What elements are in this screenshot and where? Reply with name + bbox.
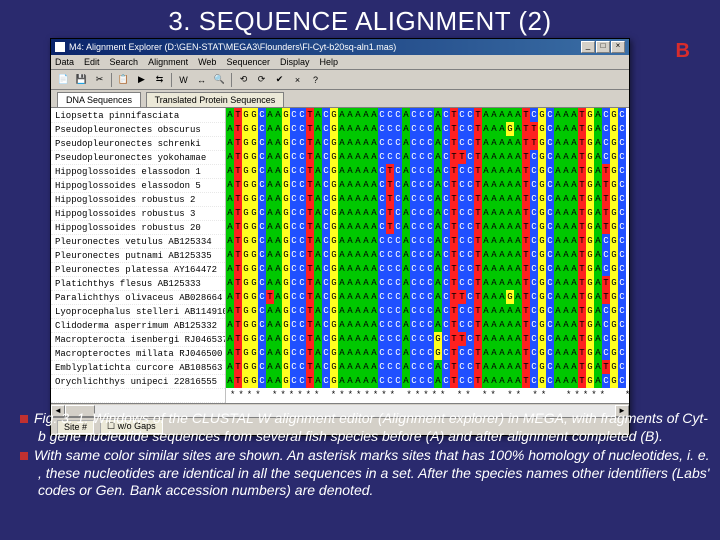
species-row[interactable]: Emblyplatichta curcore AB108563 xyxy=(51,361,225,375)
species-row[interactable]: Pseudopleuronectes yokohamae xyxy=(51,151,225,165)
consensus-row: **** ****** ******** ***** ** ** ** ** *… xyxy=(226,388,629,402)
species-row[interactable]: Pseudopleuronectes obscurus xyxy=(51,123,225,137)
app-icon xyxy=(55,42,65,52)
species-row[interactable]: Pseudopleuronectes schrenki xyxy=(51,137,225,151)
caption-line-1: Fig. 3. 1. Windows of the CLUSTAL W alig… xyxy=(34,410,708,444)
menu-sequencer[interactable]: Sequencer xyxy=(226,57,270,67)
toolbar-button-10[interactable]: ⟳ xyxy=(253,72,270,88)
species-row[interactable]: Clidoderma asperrimum AB125332 xyxy=(51,319,225,333)
toolbar-button-0[interactable]: 📄 xyxy=(55,72,72,88)
species-row[interactable]: Pleuronectes vetulus AB125334 xyxy=(51,235,225,249)
bullet-icon xyxy=(20,452,28,460)
species-list[interactable]: Liopsetta pinnifasciataPseudopleuronecte… xyxy=(51,108,226,403)
toolbar-button-8[interactable]: 🔍 xyxy=(211,72,228,88)
species-row[interactable]: Hippoglossoides robustus 3 xyxy=(51,207,225,221)
sequence-row[interactable]: ATGGCAAGCCTACGAAAAACTCACCCACTCCTAAAAATCG… xyxy=(226,206,629,220)
maximize-button[interactable]: □ xyxy=(596,41,610,53)
close-button[interactable]: × xyxy=(611,41,625,53)
caption-line-2: With same color similar sites are shown.… xyxy=(34,447,710,498)
sequence-row[interactable]: ATGGCAAGCCTACGAAAAACTCACCCACTCCTAAAAATCG… xyxy=(226,220,629,234)
toolbar-button-2[interactable]: ✂ xyxy=(91,72,108,88)
species-row[interactable]: Hippoglossoides elassodon 1 xyxy=(51,165,225,179)
toolbar-button-13[interactable]: ? xyxy=(307,72,324,88)
species-row[interactable]: Pleuronectes platessa AY164472 xyxy=(51,263,225,277)
toolbar-separator xyxy=(111,73,112,87)
menu-alignment[interactable]: Alignment xyxy=(148,57,188,67)
menu-help[interactable]: Help xyxy=(320,57,339,67)
titlebar[interactable]: M4: Alignment Explorer (D:\GEN-STAT\MEGA… xyxy=(51,39,629,55)
sequence-row[interactable]: ATGGCAAGCCTACGAAAAACCCACCCACTCCTAAAAATCG… xyxy=(226,318,629,332)
panel-badge-b: B xyxy=(676,40,690,63)
sequence-row[interactable]: ATGGCAAGCCTACGAAAAACCCACCCACTTCTAAAAATCG… xyxy=(226,150,629,164)
sequence-row[interactable]: ATGGCAAGCCTACGAAAAACCCACCCACTCCTAAAAATCG… xyxy=(226,248,629,262)
sequence-row[interactable]: ATGGCAAGCCTACGAAAAACCCACCCACTCCTAAAAATCG… xyxy=(226,360,629,374)
menu-edit[interactable]: Edit xyxy=(84,57,100,67)
sequence-row[interactable]: ATGGCAAGCCTACGAAAAACTCACCCACTCCTAAAAATCG… xyxy=(226,192,629,206)
toolbar-button-4[interactable]: ▶ xyxy=(133,72,150,88)
menu-display[interactable]: Display xyxy=(280,57,310,67)
alignment-explorer-window: M4: Alignment Explorer (D:\GEN-STAT\MEGA… xyxy=(50,38,630,436)
sequence-row[interactable]: ATGGCAAGCCTACGAAAAACCCACCCACTCCTAAAAATCG… xyxy=(226,374,629,388)
sequence-row[interactable]: ATGGCAAGCCTACGAAAAACTCACCCACTCCTAAAAATCG… xyxy=(226,178,629,192)
sequence-row[interactable]: ATGGCAAGCCTACGAAAAACCCACCCACTCCTAAAAATCG… xyxy=(226,234,629,248)
sequence-row[interactable]: ATGGCAAGCCTACGAAAAACCCACCCGCTCCTAAAAATCG… xyxy=(226,346,629,360)
figure-caption: Fig. 3. 1. Windows of the CLUSTAL W alig… xyxy=(10,410,710,502)
toolbar-button-11[interactable]: ✔ xyxy=(271,72,288,88)
menu-search[interactable]: Search xyxy=(110,57,139,67)
species-row[interactable]: Macropteroctes millata RJ046500 xyxy=(51,347,225,361)
toolbar-button-5[interactable]: ⇆ xyxy=(151,72,168,88)
sequence-row[interactable]: ATGGCAAGCCTACGAAAAACTCACCCACTCCTAAAAATCG… xyxy=(226,164,629,178)
toolbar-button-3[interactable]: 📋 xyxy=(115,72,132,88)
species-row[interactable]: Macropterocta isenbergi RJ046537 xyxy=(51,333,225,347)
sequence-row[interactable]: ATGGCAAGCCTACGAAAAACCCACCCACTCCTAAAAATCG… xyxy=(226,108,629,122)
toolbar-button-9[interactable]: ⟲ xyxy=(235,72,252,88)
species-row[interactable]: Platichthys flesus AB125333 xyxy=(51,277,225,291)
sequence-grid[interactable]: ATGGCAAGCCTACGAAAAACCCACCCACTCCTAAAAATCG… xyxy=(226,108,629,403)
menu-bar: Data Edit Search Alignment Web Sequencer Displ… xyxy=(51,55,629,70)
minimize-button[interactable]: _ xyxy=(581,41,595,53)
species-row[interactable]: Orychlichthys unipeci 22816555 xyxy=(51,375,225,389)
species-row[interactable]: Hippoglossoides robustus 20 xyxy=(51,221,225,235)
sequence-row[interactable]: ATGGCTAGCCTACGAAAAACCCACCCACTTCTAAAGATCG… xyxy=(226,290,629,304)
species-row[interactable]: Hippoglossoides robustus 2 xyxy=(51,193,225,207)
species-row[interactable]: Liopsetta pinnifasciata xyxy=(51,109,225,123)
window-title: M4: Alignment Explorer (D:\GEN-STAT\MEGA… xyxy=(69,42,581,52)
toolbar: 📄💾✂ 📋▶⇆ W↔🔍 ⟲⟳✔×? xyxy=(51,70,629,90)
sequence-row[interactable]: ATGGCAAGCCTACGAAAAACCCACCCACTCCTAAAAATCG… xyxy=(226,276,629,290)
sequence-row[interactable]: ATGGCAAGCCTACGAAAAACCCACCCACTCCTAAAAATCG… xyxy=(226,304,629,318)
toolbar-button-7[interactable]: ↔ xyxy=(193,72,210,88)
toolbar-separator xyxy=(231,73,232,87)
bullet-icon xyxy=(20,415,28,423)
toolbar-separator xyxy=(171,73,172,87)
menu-web[interactable]: Web xyxy=(198,57,216,67)
species-row[interactable]: Paralichthys olivaceus AB028664 xyxy=(51,291,225,305)
sequence-row[interactable]: ATGGCAAGCCTACGAAAAACCCACCCACTCCTAAAAATCG… xyxy=(226,262,629,276)
tab-strip: DNA Sequences Translated Protein Sequenc… xyxy=(51,90,629,108)
alignment-panel: Liopsetta pinnifasciataPseudopleuronecte… xyxy=(51,108,629,403)
sequence-row[interactable]: ATGGCAAGCCTACGAAAAACCCACCCACTCCTAAAGATTG… xyxy=(226,122,629,136)
sequence-row[interactable]: ATGGCAAGCCTACGAAAAACCCACCCACTCCTAAAAATTG… xyxy=(226,136,629,150)
toolbar-button-12[interactable]: × xyxy=(289,72,306,88)
species-row[interactable]: Hippoglossoides elassodon 5 xyxy=(51,179,225,193)
slide-title: 3. SEQUENCE ALIGNMENT (2) xyxy=(0,0,720,41)
species-row[interactable]: Pleuronectes putnami AB125335 xyxy=(51,249,225,263)
sequence-row[interactable]: ATGGCAAGCCTACGAAAAACCCACCCGCTTCTAAAAATCG… xyxy=(226,332,629,346)
menu-data[interactable]: Data xyxy=(55,57,74,67)
toolbar-button-1[interactable]: 💾 xyxy=(73,72,90,88)
tab-dna[interactable]: DNA Sequences xyxy=(57,92,141,107)
tab-protein[interactable]: Translated Protein Sequences xyxy=(146,92,285,107)
species-row[interactable]: Lyoprocephalus stelleri AB114910 xyxy=(51,305,225,319)
toolbar-button-6[interactable]: W xyxy=(175,72,192,88)
